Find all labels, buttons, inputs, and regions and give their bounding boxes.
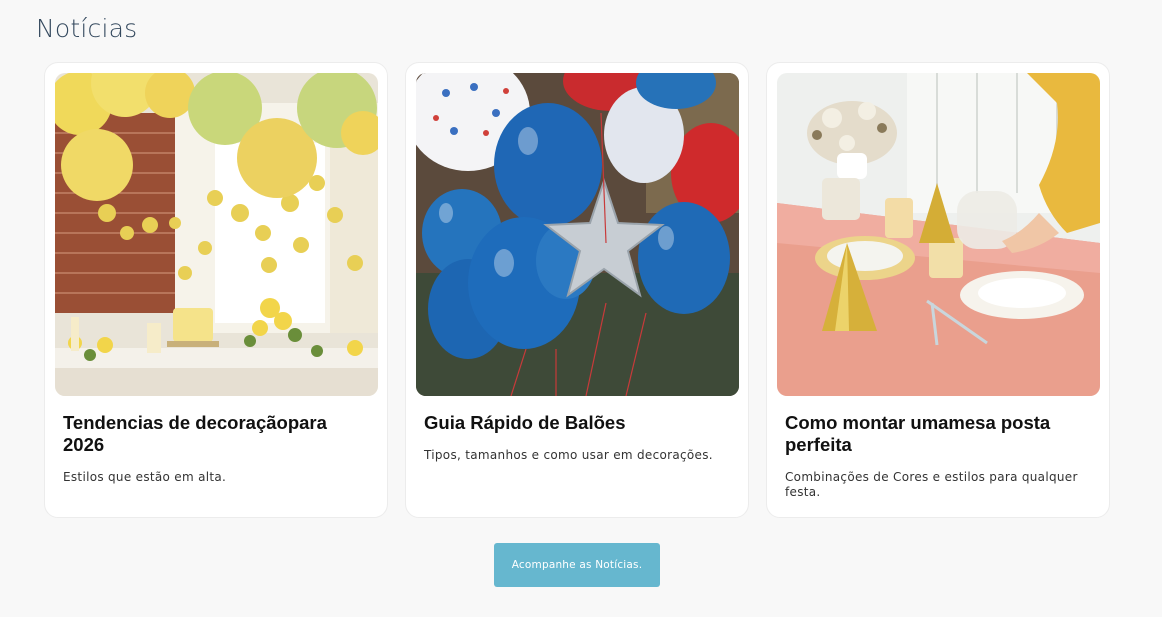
card-title[interactable]: Guia Rápido de Balões — [424, 412, 730, 434]
news-card[interactable]: Como montar umamesa posta perfeita Combi… — [766, 62, 1110, 518]
card-title[interactable]: Como montar umamesa posta perfeita — [785, 412, 1091, 456]
card-image-blue-balloons[interactable] — [416, 73, 739, 396]
follow-news-button[interactable]: Acompanhe as Notícias. — [494, 543, 660, 587]
card-title[interactable]: Tendencias de decoraçãopara 2026 — [63, 412, 369, 456]
section-title: Notícias — [36, 14, 138, 43]
card-image-yellow-lanterns[interactable] — [55, 73, 378, 396]
news-card[interactable]: Tendencias de decoraçãopara 2026 Estilos… — [44, 62, 388, 518]
news-card-list: Tendencias de decoraçãopara 2026 Estilos… — [44, 62, 1110, 518]
card-description: Tipos, tamanhos e como usar em decoraçõe… — [424, 448, 713, 462]
news-card[interactable]: Guia Rápido de Balões Tipos, tamanhos e … — [405, 62, 749, 518]
card-image-pink-table[interactable] — [777, 73, 1100, 396]
card-description: Combinações de Cores e estilos para qual… — [785, 470, 1078, 499]
card-description: Estilos que estão em alta. — [63, 470, 227, 484]
